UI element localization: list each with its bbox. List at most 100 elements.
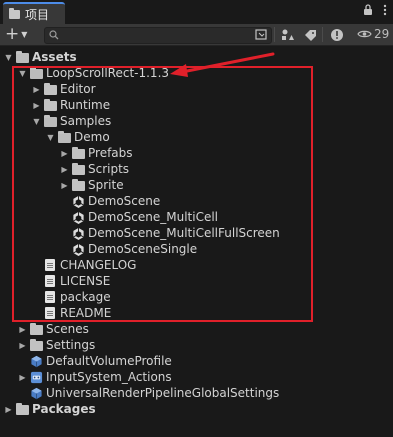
unity-scene-icon	[71, 226, 85, 240]
tree-item-demoscene[interactable]: DemoScene	[71, 193, 393, 209]
eye-icon	[357, 30, 372, 38]
tree-item-prefabs[interactable]: ▶ Prefabs	[60, 145, 393, 161]
hidden-count-value: 29	[374, 27, 390, 41]
tree-item-settings[interactable]: ▶ Settings	[18, 337, 393, 353]
tree-item-label: Assets	[32, 50, 77, 64]
tree-item-demoscene-multicellfullscreen[interactable]: DemoScene_MultiCellFullScreen	[71, 225, 393, 241]
project-toolbar: + ▼ 29	[0, 24, 393, 46]
tree-item-scripts[interactable]: ▶ Scripts	[60, 161, 393, 177]
search-icon	[49, 30, 59, 40]
tree-item-label: CHANGELOG	[60, 258, 137, 272]
tree-item-label: Scripts	[88, 162, 130, 176]
hidden-packages-count[interactable]: 29	[357, 27, 389, 41]
tree-item-readme[interactable]: README	[43, 305, 393, 321]
tree-item-label: Demo	[74, 130, 110, 144]
unity-scene-icon	[71, 194, 85, 208]
collapse-arrow-icon[interactable]: ▶	[18, 325, 27, 334]
folder-icon	[15, 51, 29, 63]
folder-icon	[43, 83, 57, 95]
tree-item-packages[interactable]: ▶ Packages	[4, 401, 393, 417]
search-input[interactable]	[61, 28, 261, 43]
text-file-icon	[45, 259, 55, 271]
tree-item-urp-global-settings[interactable]: UniversalRenderPipelineGlobalSettings	[29, 385, 393, 401]
kebab-menu-icon[interactable]	[383, 4, 387, 19]
folder-icon	[71, 163, 85, 175]
tree-item-label: DefaultVolumeProfile	[46, 354, 172, 368]
tree-item-demoscene-multicell[interactable]: DemoScene_MultiCell	[71, 209, 393, 225]
expand-arrow-icon[interactable]: ▼	[18, 69, 27, 78]
input-actions-icon	[29, 370, 43, 384]
collapse-arrow-icon[interactable]: ▶	[18, 373, 27, 382]
search-field[interactable]	[44, 27, 272, 44]
tree-item-label: DemoScene_MultiCell	[88, 210, 219, 224]
collapse-arrow-icon[interactable]: ▶	[60, 181, 69, 190]
folder-icon	[15, 403, 29, 415]
expand-arrow-icon[interactable]: ▼	[4, 53, 13, 62]
text-file-icon	[45, 275, 55, 287]
add-asset-button[interactable]: + ▼	[5, 24, 28, 44]
tree-item-label: package	[60, 290, 111, 304]
collapse-arrow-icon[interactable]: ▶	[18, 341, 27, 350]
tree-item-label: DemoSceneSingle	[88, 242, 198, 256]
tree-item-demo[interactable]: ▼ Demo	[46, 129, 393, 145]
tree-item-default-volume-profile[interactable]: DefaultVolumeProfile	[29, 353, 393, 369]
tree-item-label: LICENSE	[60, 274, 111, 288]
chevron-down-icon: ▼	[21, 29, 28, 39]
filter-by-label-icon[interactable]	[302, 27, 319, 42]
text-file-icon	[45, 307, 55, 319]
tree-item-scenes[interactable]: ▶ Scenes	[18, 321, 393, 337]
text-file-icon	[45, 291, 55, 303]
tree-item-license[interactable]: LICENSE	[43, 273, 393, 289]
folder-icon	[29, 323, 43, 335]
tree-item-label: DemoScene	[88, 194, 161, 208]
tree-item-label: Scenes	[46, 322, 89, 336]
tree-item-label: DemoScene_MultiCellFullScreen	[88, 226, 280, 240]
tree-item-sprite[interactable]: ▶ Sprite	[60, 177, 393, 193]
expand-arrow-icon[interactable]: ▼	[46, 133, 55, 142]
folder-icon	[71, 179, 85, 191]
filter-by-type-icon[interactable]	[279, 27, 296, 42]
tree-item-label: Prefabs	[88, 146, 133, 160]
tree-item-label: LoopScrollRect-1.1.3	[46, 66, 170, 80]
tree-item-label: Settings	[46, 338, 96, 352]
tree-item-label: Sprite	[88, 178, 124, 192]
volume-profile-icon	[29, 354, 43, 368]
urp-settings-icon	[29, 386, 43, 400]
unity-scene-icon	[71, 210, 85, 224]
collapse-arrow-icon[interactable]: ▶	[4, 405, 13, 414]
tree-item-demoscenesingle[interactable]: DemoSceneSingle	[71, 241, 393, 257]
lock-icon[interactable]	[363, 4, 373, 19]
tree-item-inputsystem-actions[interactable]: ▶ InputSystem_Actions	[18, 369, 393, 385]
tree-item-label: Editor	[60, 82, 96, 96]
tree-item-changelog[interactable]: CHANGELOG	[43, 257, 393, 273]
collapse-arrow-icon[interactable]: ▶	[60, 165, 69, 174]
folder-icon	[43, 99, 57, 111]
tab-bar: 项目	[0, 0, 393, 24]
tab-label: 项目	[25, 7, 50, 22]
annotation-arrow	[170, 52, 275, 77]
tree-item-runtime[interactable]: ▶ Runtime	[32, 97, 393, 113]
folder-icon	[29, 67, 43, 79]
tree-item-samples[interactable]: ▼ Samples	[32, 113, 393, 129]
unity-scene-icon	[71, 242, 85, 256]
search-by-type-icon[interactable]	[253, 27, 270, 42]
folder-icon	[29, 339, 43, 351]
tree-item-label: UniversalRenderPipelineGlobalSettings	[46, 386, 280, 400]
collapse-arrow-icon[interactable]: ▶	[32, 101, 41, 110]
tree-item-label: README	[60, 306, 112, 320]
tree-item-label: Packages	[32, 402, 96, 416]
tree-item-label: InputSystem_Actions	[46, 370, 172, 384]
expand-arrow-icon[interactable]: ▼	[32, 117, 41, 126]
folder-icon	[57, 131, 71, 143]
tree-item-editor[interactable]: ▶ Editor	[32, 81, 393, 97]
console-warning-icon[interactable]	[328, 27, 345, 42]
plus-icon: +	[5, 24, 20, 44]
folder-icon	[43, 115, 57, 127]
tree-item-package[interactable]: package	[43, 289, 393, 305]
tree-item-label: Samples	[60, 114, 112, 128]
collapse-arrow-icon[interactable]: ▶	[32, 85, 41, 94]
folder-icon	[9, 7, 20, 19]
collapse-arrow-icon[interactable]: ▶	[60, 149, 69, 158]
folder-icon	[71, 147, 85, 159]
tab-project[interactable]: 项目	[3, 2, 65, 24]
